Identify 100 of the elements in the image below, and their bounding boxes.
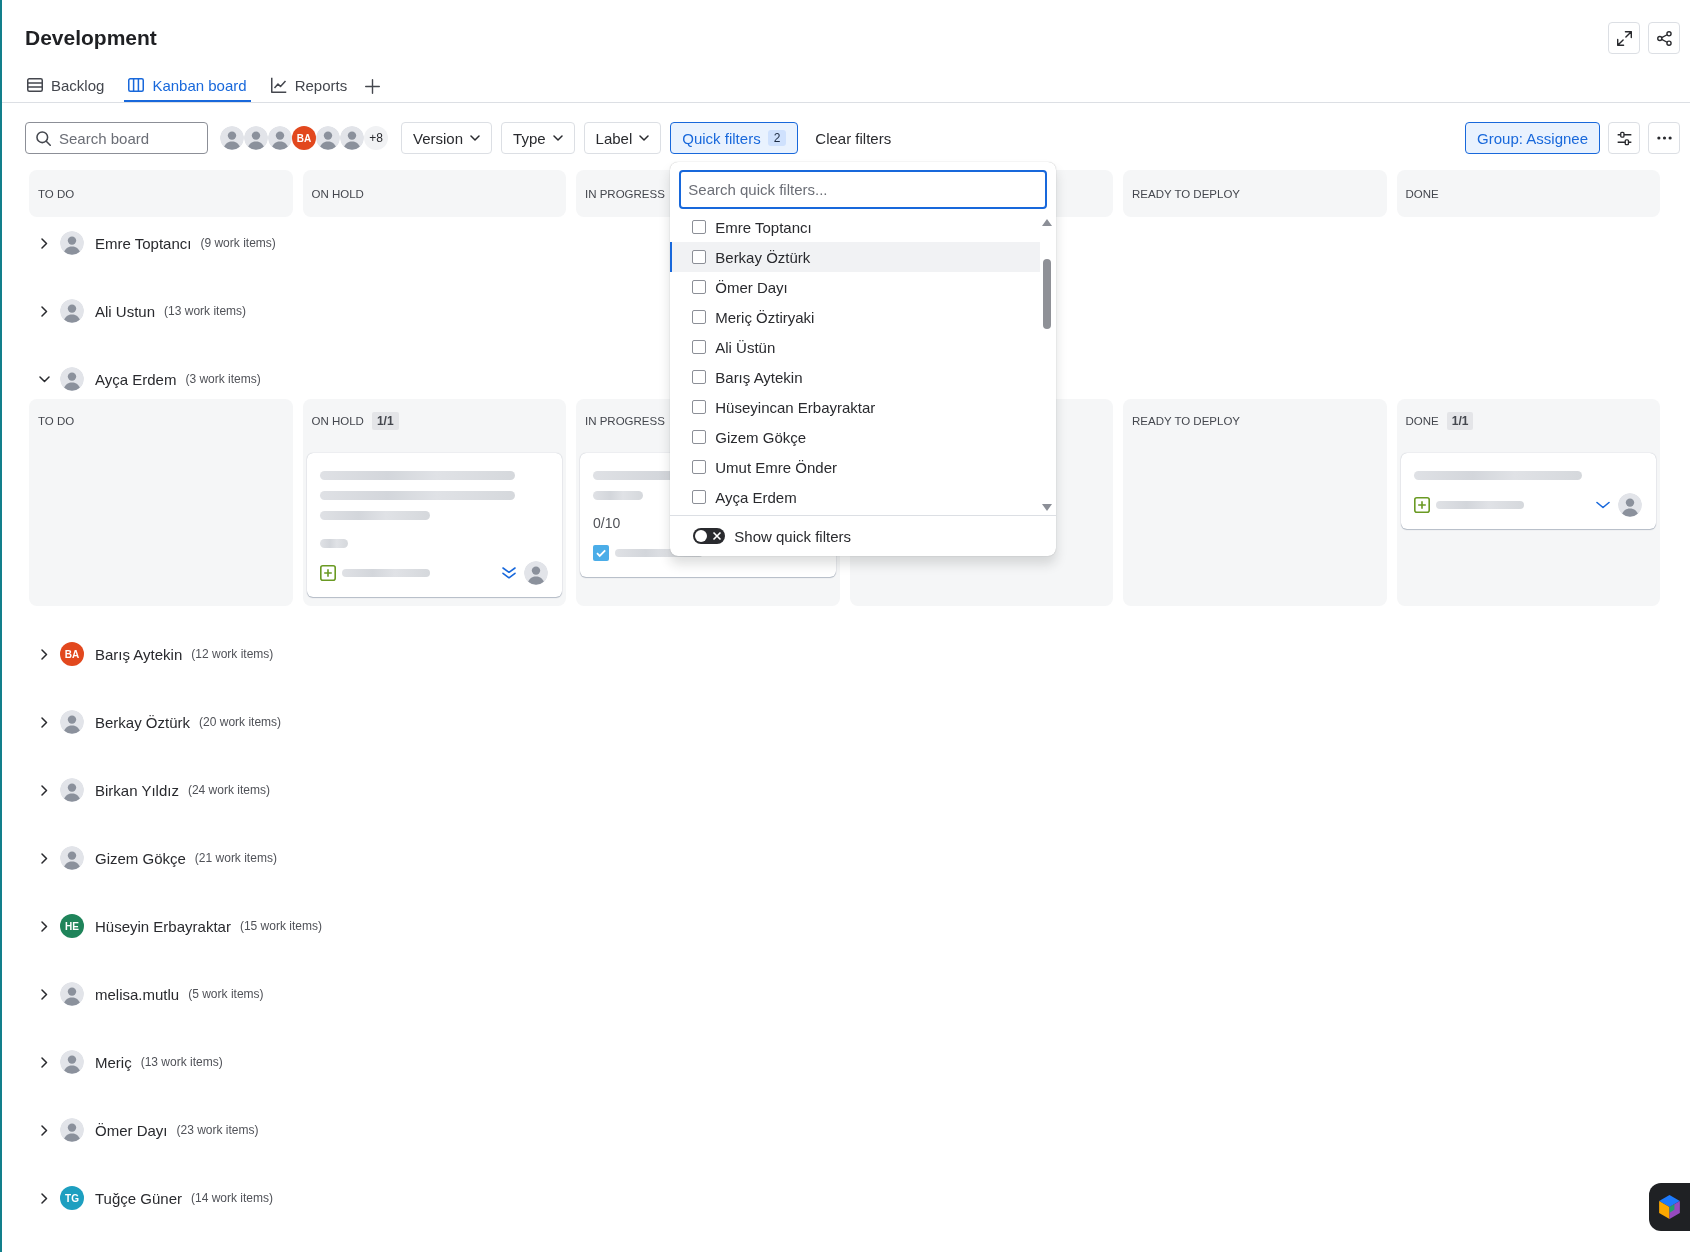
share-icon — [1656, 30, 1672, 46]
work-item-count: (23 work items) — [176, 1123, 259, 1137]
checkbox[interactable] — [692, 280, 707, 294]
column-title: IN PROGRESS — [585, 415, 665, 427]
chevron-right-icon[interactable] — [40, 648, 48, 660]
assignee-name: Hüseyin Erbayraktar — [95, 917, 231, 935]
chevron-right-icon[interactable] — [40, 852, 48, 864]
user-avatar — [60, 299, 84, 323]
assignee-name: Tuğçe Güner — [95, 1189, 182, 1207]
filter-option[interactable]: Berkay Öztürk — [670, 242, 1041, 272]
search-field[interactable]: Search quick filters... — [679, 170, 1048, 209]
work-item-count: (21 work items) — [194, 851, 277, 865]
group-by-button[interactable]: Group: Assignee — [1465, 122, 1600, 154]
count-badge: 1/1 — [371, 412, 399, 430]
checkbox[interactable] — [692, 340, 707, 354]
chevron-right-icon[interactable] — [40, 1124, 48, 1136]
checkbox[interactable] — [692, 430, 707, 444]
chevron-right-icon[interactable] — [40, 920, 48, 932]
plus-icon[interactable] — [365, 78, 381, 94]
more-button[interactable] — [1648, 122, 1680, 154]
quick-filters-button[interactable]: Quick filters 2 — [670, 122, 799, 154]
column-title: DONE — [1405, 187, 1439, 200]
chevron-right-icon[interactable] — [40, 1192, 48, 1204]
user-avatar[interactable] — [316, 126, 340, 150]
scroll-down-arrow-icon[interactable] — [1042, 504, 1053, 511]
filter-option[interactable]: Meriç Öztiryaki — [670, 302, 1041, 332]
checkbox[interactable] — [692, 370, 707, 384]
user-avatar — [524, 561, 548, 585]
filter-dropdown[interactable]: Label — [583, 122, 662, 154]
cube-icon — [1659, 1195, 1680, 1219]
launcher-button[interactable] — [1649, 1183, 1690, 1231]
clear-filters-button[interactable]: Clear filters — [806, 122, 901, 154]
work-item-count: (24 work items) — [187, 783, 270, 797]
checkbox[interactable] — [692, 310, 707, 324]
filter-option[interactable]: Emre Toptancı — [670, 212, 1041, 242]
user-avatar[interactable] — [340, 126, 364, 150]
filter-option[interactable]: Hüseyincan Erbayraktar — [670, 392, 1041, 422]
checkbox[interactable] — [692, 250, 707, 264]
work-item-count: (12 work items) — [191, 647, 274, 661]
scrollbar-thumb[interactable] — [1043, 259, 1052, 329]
tab[interactable]: Kanban board — [124, 70, 251, 102]
chevron-right-icon[interactable] — [40, 784, 48, 796]
work-item-count: (20 work items) — [199, 715, 282, 729]
view-settings-button[interactable] — [1608, 122, 1640, 154]
checkbox[interactable] — [692, 400, 707, 414]
search-icon — [36, 130, 51, 146]
chevron-right-icon[interactable] — [40, 237, 48, 249]
work-item-count: (3 work items) — [185, 372, 261, 386]
line-chart-icon — [270, 77, 287, 93]
tab[interactable]: Backlog — [23, 70, 109, 102]
chevron-down-icon[interactable] — [38, 375, 50, 383]
user-avatar — [60, 982, 84, 1006]
assignee-name: melisa.mutlu — [95, 985, 180, 1003]
scroll-up-arrow-icon[interactable] — [1042, 219, 1053, 226]
chevron-right-icon[interactable] — [40, 1056, 48, 1068]
toggle-switch[interactable] — [693, 528, 726, 544]
filter-dropdown[interactable]: Type — [501, 122, 575, 154]
sliders-icon — [1616, 130, 1632, 146]
user-avatar — [60, 846, 84, 870]
column-title: READY TO DEPLOY — [1132, 187, 1240, 200]
count-badge: 2 — [767, 130, 787, 146]
filter-option[interactable]: Ali Üstün — [670, 332, 1041, 362]
progress-text: 0/10 — [593, 514, 621, 533]
expand-icon — [1616, 30, 1632, 46]
more-avatars-badge[interactable]: +8 — [364, 126, 388, 150]
user-avatar — [60, 1118, 84, 1142]
column-title: ON HOLD — [311, 415, 364, 427]
chevron-right-icon[interactable] — [40, 716, 48, 728]
assignee-name: Ayça Erdem — [95, 370, 177, 388]
assignee-name: Gizem Gökçe — [95, 849, 186, 867]
user-avatar — [60, 1050, 84, 1074]
work-item-count: (15 work items) — [239, 919, 322, 933]
count-badge: 1/1 — [1446, 412, 1474, 430]
work-item-count: (9 work items) — [200, 236, 276, 250]
checkbox[interactable] — [692, 460, 707, 474]
user-avatar[interactable] — [220, 126, 244, 150]
chevron-right-icon[interactable] — [40, 305, 48, 317]
chevron-down-icon — [639, 135, 650, 141]
filter-dropdown[interactable]: Version — [401, 122, 493, 154]
filter-option[interactable]: Gizem Gökçe — [670, 422, 1041, 452]
assignee-name: Ali Ustun — [95, 302, 156, 320]
share-button[interactable] — [1648, 22, 1680, 54]
work-item-count: (13 work items) — [164, 304, 247, 318]
blurred-text — [319, 538, 348, 548]
filter-option[interactable]: Ömer Dayı — [670, 272, 1041, 302]
user-avatar — [60, 710, 84, 734]
chevron-right-icon[interactable] — [40, 988, 48, 1000]
filter-option[interactable]: Barış Aytekin — [670, 362, 1041, 392]
tab[interactable]: Reports — [266, 70, 352, 102]
checkbox[interactable] — [692, 220, 707, 234]
list-icon — [27, 77, 43, 93]
user-avatar[interactable] — [268, 126, 292, 150]
search-field[interactable]: Search board — [25, 122, 208, 154]
column-title: DONE — [1405, 415, 1439, 427]
user-avatar[interactable] — [244, 126, 268, 150]
checkbox[interactable] — [692, 490, 707, 504]
fullscreen-button[interactable] — [1608, 22, 1640, 54]
user-avatar — [60, 367, 84, 391]
assignee-name: Meriç — [95, 1053, 132, 1071]
user-avatar[interactable]: BA — [292, 126, 316, 150]
